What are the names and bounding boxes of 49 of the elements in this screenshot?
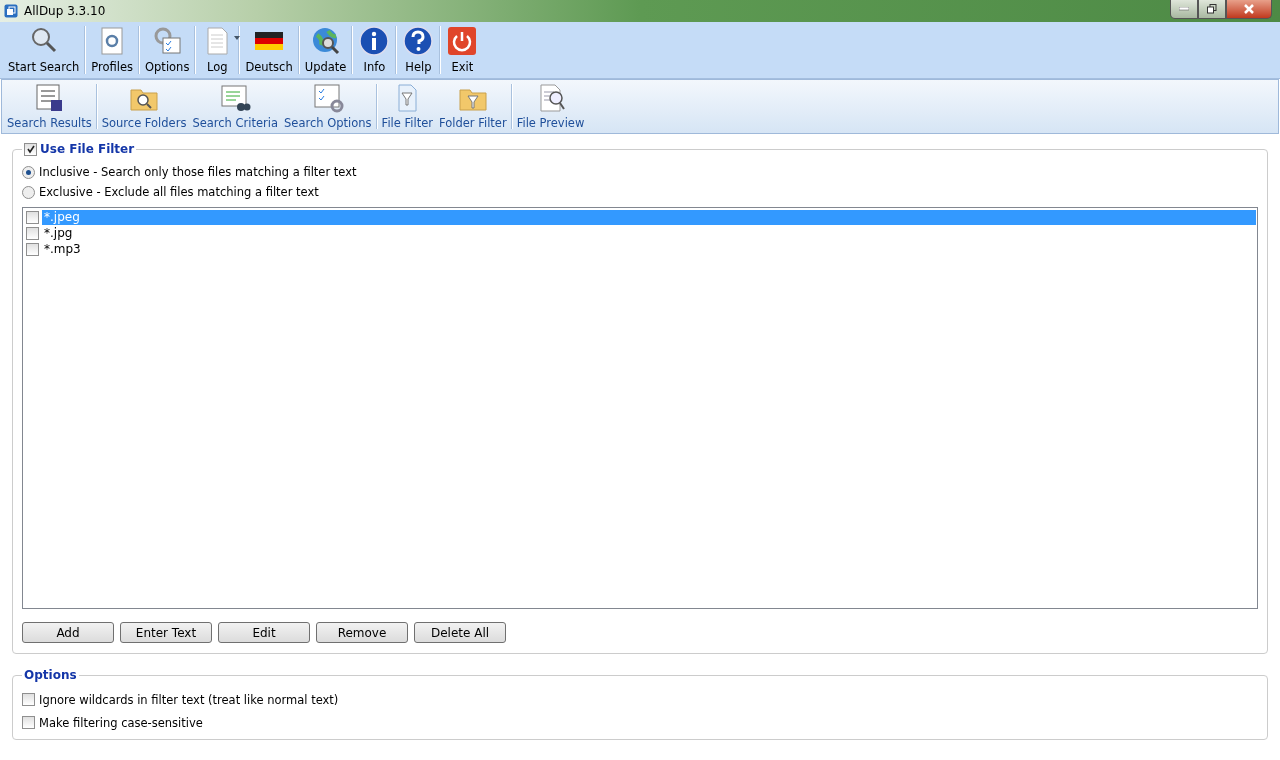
info-icon xyxy=(358,25,391,57)
checkbox-label: Ignore wildcards in filter text (treat like normal text) xyxy=(39,692,339,707)
toolbar-button[interactable]: Options xyxy=(141,22,194,78)
toolbar-button[interactable]: File Preview xyxy=(513,80,588,133)
checkbox[interactable] xyxy=(24,142,37,156)
toolbar-button[interactable]: Search Results xyxy=(4,80,95,133)
checkbox[interactable] xyxy=(22,716,35,729)
action-button[interactable]: Add xyxy=(22,622,114,643)
toolbar-button[interactable]: Search Criteria xyxy=(189,80,282,133)
toolbar-button[interactable]: Profiles xyxy=(87,22,137,78)
toolbar-button[interactable]: Info xyxy=(354,22,395,78)
toolbar-button[interactable]: File Filter xyxy=(378,80,436,133)
caret-icon[interactable] xyxy=(234,36,241,40)
toolbar-button[interactable]: Search Options xyxy=(281,80,375,133)
toolbar-button[interactable]: Exit xyxy=(442,22,483,78)
power-icon xyxy=(446,25,479,57)
close-button[interactable] xyxy=(1226,0,1272,19)
toolbar-button[interactable]: Start Search xyxy=(4,22,84,78)
restore-button[interactable] xyxy=(1198,0,1226,19)
checkbox[interactable] xyxy=(26,226,39,240)
radio-button[interactable] xyxy=(22,165,35,179)
action-button[interactable]: Remove xyxy=(316,622,408,643)
minimize-icon xyxy=(1179,7,1189,11)
toolbar-button[interactable]: Folder Filter xyxy=(436,80,510,133)
checkbox-label: Make filtering case-sensitive xyxy=(39,715,203,730)
radio-label: Inclusive - Search only those files matching a filter text xyxy=(39,165,357,179)
checkbox[interactable] xyxy=(26,242,39,256)
group-title: Options xyxy=(24,668,77,682)
checkbox[interactable] xyxy=(26,210,39,224)
action-button[interactable]: Edit xyxy=(218,622,310,643)
help-icon xyxy=(402,25,435,57)
window-title: AllDup 3.3.10 xyxy=(24,4,106,18)
action-button[interactable]: Enter Text xyxy=(120,622,212,643)
radio-label: Exclusive - Exclude all files matching a filter text xyxy=(39,185,319,199)
toolbar-button[interactable]: Deutsch xyxy=(241,22,297,78)
action-button[interactable]: Delete All xyxy=(414,622,506,643)
minimize-button[interactable] xyxy=(1170,0,1198,19)
toolbar-button[interactable]: Log xyxy=(197,22,238,78)
app-icon xyxy=(4,4,18,18)
toolbar-button[interactable]: Help xyxy=(398,22,439,78)
toolbar-button[interactable]: Source Folders xyxy=(98,80,190,133)
restore-icon xyxy=(1207,4,1217,14)
list-item[interactable]: *.mp3 xyxy=(42,241,1256,257)
close-icon xyxy=(1243,4,1255,14)
radio-button[interactable] xyxy=(22,185,35,199)
toolbar-button[interactable]: Update xyxy=(300,22,351,78)
checkbox[interactable] xyxy=(22,693,35,706)
list-item[interactable]: *.jpg xyxy=(42,225,1256,241)
group-title: Use File Filter xyxy=(40,142,135,156)
